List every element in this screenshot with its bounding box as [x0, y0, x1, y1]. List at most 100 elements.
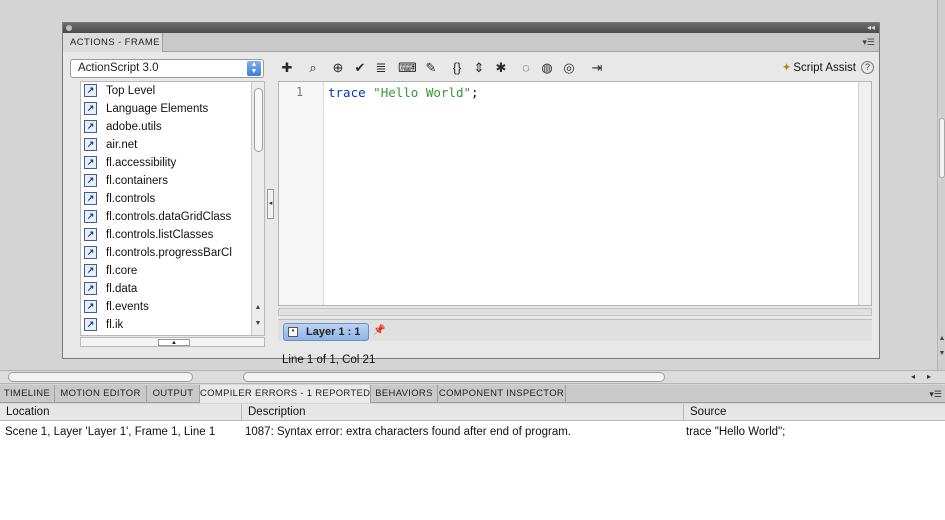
magic-wand-icon: ✦: [781, 62, 792, 74]
panel-tab-row: ACTIONS - FRAME ▾☰: [63, 33, 879, 52]
collapse-selection-icon[interactable]: ⇕: [470, 59, 488, 77]
scrollbar-thumb[interactable]: [254, 88, 263, 152]
package-book-icon: ↗: [84, 282, 97, 295]
split-up-icon[interactable]: ▲: [158, 339, 190, 346]
remove-comment-icon[interactable]: ◎: [560, 59, 578, 77]
package-book-icon: ↗: [84, 228, 97, 241]
scroll-up-arrow-icon[interactable]: ▲: [252, 304, 264, 311]
toolbox-scrollbar[interactable]: ▲ ▼: [251, 82, 264, 335]
toolbox-tree-item-label: fl.controls.dataGridClass: [106, 211, 232, 223]
insert-target-path-icon[interactable]: ⊕: [329, 59, 347, 77]
scroll-left-arrow-icon[interactable]: ◂: [907, 371, 919, 383]
toolbox-tree-item-label: fl.accessibility: [106, 157, 177, 169]
scrollbar-thumb[interactable]: [243, 372, 665, 382]
toolbox-tree-item[interactable]: ↗ fl.data: [81, 280, 264, 298]
toolbox-split-handle[interactable]: ▲: [80, 337, 265, 347]
toolbox-tree-item[interactable]: ↗ adobe.utils: [81, 118, 264, 136]
toolbox-tree-item-label: fl.containers: [106, 175, 169, 187]
pin-script-icon[interactable]: 📌: [373, 325, 385, 336]
package-book-icon: ↗: [84, 264, 97, 277]
panel-title-bar[interactable]: ◂◂: [63, 23, 879, 33]
scroll-right-arrow-icon[interactable]: ▸: [923, 371, 935, 383]
toolbox-tree-item[interactable]: ↗ fl.containers: [81, 172, 264, 190]
toolbox-tree-item[interactable]: ↗ fl.controls.listClasses: [81, 226, 264, 244]
error-source[interactable]: trace "Hello World";: [686, 426, 785, 438]
collapse-between-braces-icon[interactable]: {}: [448, 59, 466, 77]
show-hide-toolbox-icon[interactable]: ⇥: [588, 59, 606, 77]
toolbox-tree-item-label: fl.events: [106, 301, 149, 313]
panel-menu-icon[interactable]: ▾☰: [862, 37, 875, 48]
apply-line-comment-icon[interactable]: ◍: [538, 59, 556, 77]
tab-behaviors[interactable]: BEHAVIORS: [371, 385, 438, 403]
toolbox-tree-item[interactable]: ↗ air.net: [81, 136, 264, 154]
script-assist-button[interactable]: ✦ Script Assist: [782, 60, 856, 76]
tab-compiler-errors[interactable]: COMPILER ERRORS - 1 REPORTED: [200, 385, 371, 403]
toolbox-tree-item-label: fl.data: [106, 283, 138, 295]
help-icon[interactable]: ?: [861, 61, 874, 74]
package-book-icon: ↗: [84, 84, 97, 97]
collapse-toolbox-icon[interactable]: ◂: [267, 189, 274, 219]
tab-output[interactable]: OUTPUT: [147, 385, 200, 403]
code-editor[interactable]: 1 trace "Hello World";: [278, 81, 872, 306]
toolbox-tree-item[interactable]: ↗ fl.accessibility: [81, 154, 264, 172]
tab-component-inspector[interactable]: COMPONENT INSPECTOR: [438, 385, 566, 403]
toolbox-tree-item-label: fl.core: [106, 265, 138, 277]
add-statement-icon[interactable]: ✚: [278, 59, 296, 77]
scroll-down-arrow-icon[interactable]: ▼: [252, 320, 264, 327]
frame-script-icon: •: [288, 327, 298, 337]
show-code-hint-icon[interactable]: ⌨: [398, 59, 417, 77]
toolbox-tree-item[interactable]: ↗ fl.controls: [81, 190, 264, 208]
scrollbar-left-cap: [8, 372, 193, 382]
close-icon[interactable]: [66, 25, 72, 31]
script-pane: ✚ ⌕ ⊕ ✔ ≣ ⌨ ✎ {} ⇕ ✱ ◌ ◍ ◎ ⇥ ✦ Script Ass…: [276, 57, 876, 366]
pane-divider[interactable]: ◂: [267, 59, 275, 356]
check-syntax-icon[interactable]: ✔: [351, 59, 369, 77]
scroll-up-arrow-icon[interactable]: ▲: [938, 335, 945, 347]
find-icon[interactable]: ⌕: [304, 59, 322, 77]
stage-vertical-scrollbar[interactable]: ▲ ▼: [937, 0, 945, 370]
package-book-icon: ↗: [84, 174, 97, 187]
toolbox-tree-item-label: fl.controls.listClasses: [106, 229, 214, 241]
toolbox-tree-item[interactable]: ↗ fl.controls.dataGridClass: [81, 208, 264, 226]
package-book-icon: ↗: [84, 138, 97, 151]
package-book-icon: ↗: [84, 300, 97, 313]
line-number-gutter: 1: [279, 82, 324, 305]
tab-motion-editor[interactable]: MOTION EDITOR: [55, 385, 147, 403]
code-semicolon: ;: [471, 85, 479, 100]
expand-all-icon[interactable]: ✱: [492, 59, 510, 77]
toolbox-tree-item-label: fl.controls: [106, 193, 156, 205]
toolbox-tree-item[interactable]: ↗ fl.core: [81, 262, 264, 280]
collapse-icon[interactable]: ◂◂: [867, 23, 875, 33]
error-location[interactable]: Scene 1, Layer 'Layer 1', Frame 1, Line …: [5, 426, 215, 438]
scrollbar-thumb[interactable]: [939, 118, 945, 178]
toolbox-tree-item[interactable]: ↗ Top Level: [81, 82, 264, 100]
toolbox-tree-item[interactable]: ↗ Language Elements: [81, 100, 264, 118]
column-header-source[interactable]: Source: [684, 404, 945, 421]
tab-actions-frame[interactable]: ACTIONS - FRAME: [63, 33, 163, 52]
auto-format-icon[interactable]: ≣: [372, 59, 390, 77]
panel-menu-icon[interactable]: ▾☰: [929, 389, 942, 400]
tab-timeline[interactable]: TIMELINE: [0, 385, 55, 403]
apply-block-comment-icon[interactable]: ◌: [517, 59, 535, 77]
language-select-value: ActionScript 3.0: [78, 62, 159, 74]
toolbox-tree-item[interactable]: ↗ fl.events: [81, 298, 264, 316]
layer-script-tab[interactable]: • Layer 1 : 1: [283, 323, 369, 341]
package-book-icon: ↗: [84, 120, 97, 133]
package-book-icon: ↗: [84, 102, 97, 115]
stage-horizontal-scrollbar[interactable]: ◂ ▸: [0, 370, 945, 384]
script-assist-label: Script Assist: [793, 62, 856, 74]
column-header-description[interactable]: Description: [242, 404, 684, 421]
package-book-icon: ↗: [84, 246, 97, 259]
editor-vertical-scrollbar[interactable]: [858, 82, 871, 305]
toolbox-tree-item[interactable]: ↗ fl.ik: [81, 316, 264, 334]
language-select[interactable]: ActionScript 3.0 ▲ ▼: [70, 59, 264, 78]
error-description[interactable]: 1087: Syntax error: extra characters fou…: [245, 426, 571, 438]
scroll-down-arrow-icon[interactable]: ▼: [938, 350, 945, 362]
toolbox-tree-item[interactable]: ↗ fl.controls.progressBarCl: [81, 244, 264, 262]
editor-horizontal-scrollbar[interactable]: [278, 308, 872, 316]
line-number: 1: [296, 85, 304, 99]
select-arrows-icon: ▲ ▼: [247, 61, 261, 76]
debug-options-icon[interactable]: ✎: [422, 59, 440, 77]
column-header-location[interactable]: Location: [0, 404, 242, 421]
code-line[interactable]: trace "Hello World";: [328, 85, 479, 100]
